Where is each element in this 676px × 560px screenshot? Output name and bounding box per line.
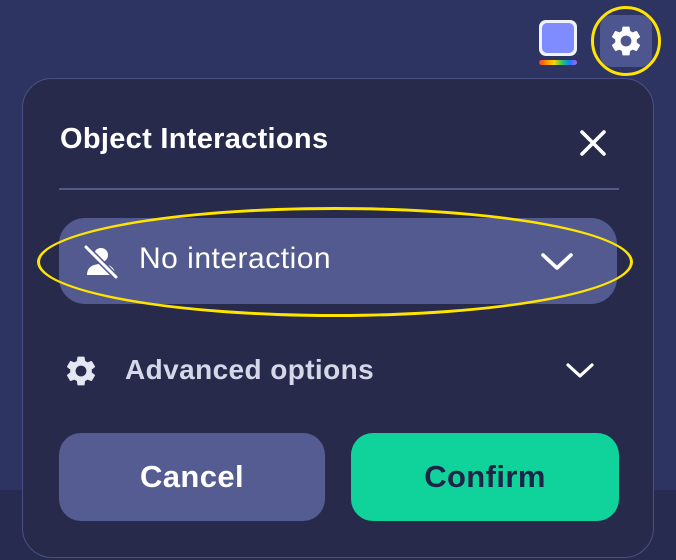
color-swatch-fill [542, 23, 574, 53]
close-button[interactable] [575, 125, 611, 161]
advanced-options-label: Advanced options [125, 354, 375, 385]
gear-icon [611, 26, 641, 56]
cancel-button[interactable]: Cancel [59, 433, 325, 521]
color-swatch-button[interactable] [539, 20, 577, 66]
advanced-options-toggle[interactable]: Advanced options [59, 343, 619, 399]
chevron-down-icon [566, 363, 594, 378]
interaction-type-select[interactable]: No interaction [59, 218, 617, 304]
object-interactions-dialog: Object Interactions No interaction Advan… [22, 78, 654, 558]
color-rainbow-bar [539, 60, 577, 65]
title-divider [59, 188, 619, 190]
dialog-title: Object Interactions [60, 123, 329, 155]
chevron-down-icon [541, 253, 573, 270]
gear-icon [66, 356, 96, 386]
person-off-icon [83, 244, 119, 280]
interaction-select-value: No interaction [139, 242, 332, 275]
close-icon [580, 130, 606, 156]
confirm-button[interactable]: Confirm [351, 433, 619, 521]
settings-button[interactable] [591, 6, 661, 76]
